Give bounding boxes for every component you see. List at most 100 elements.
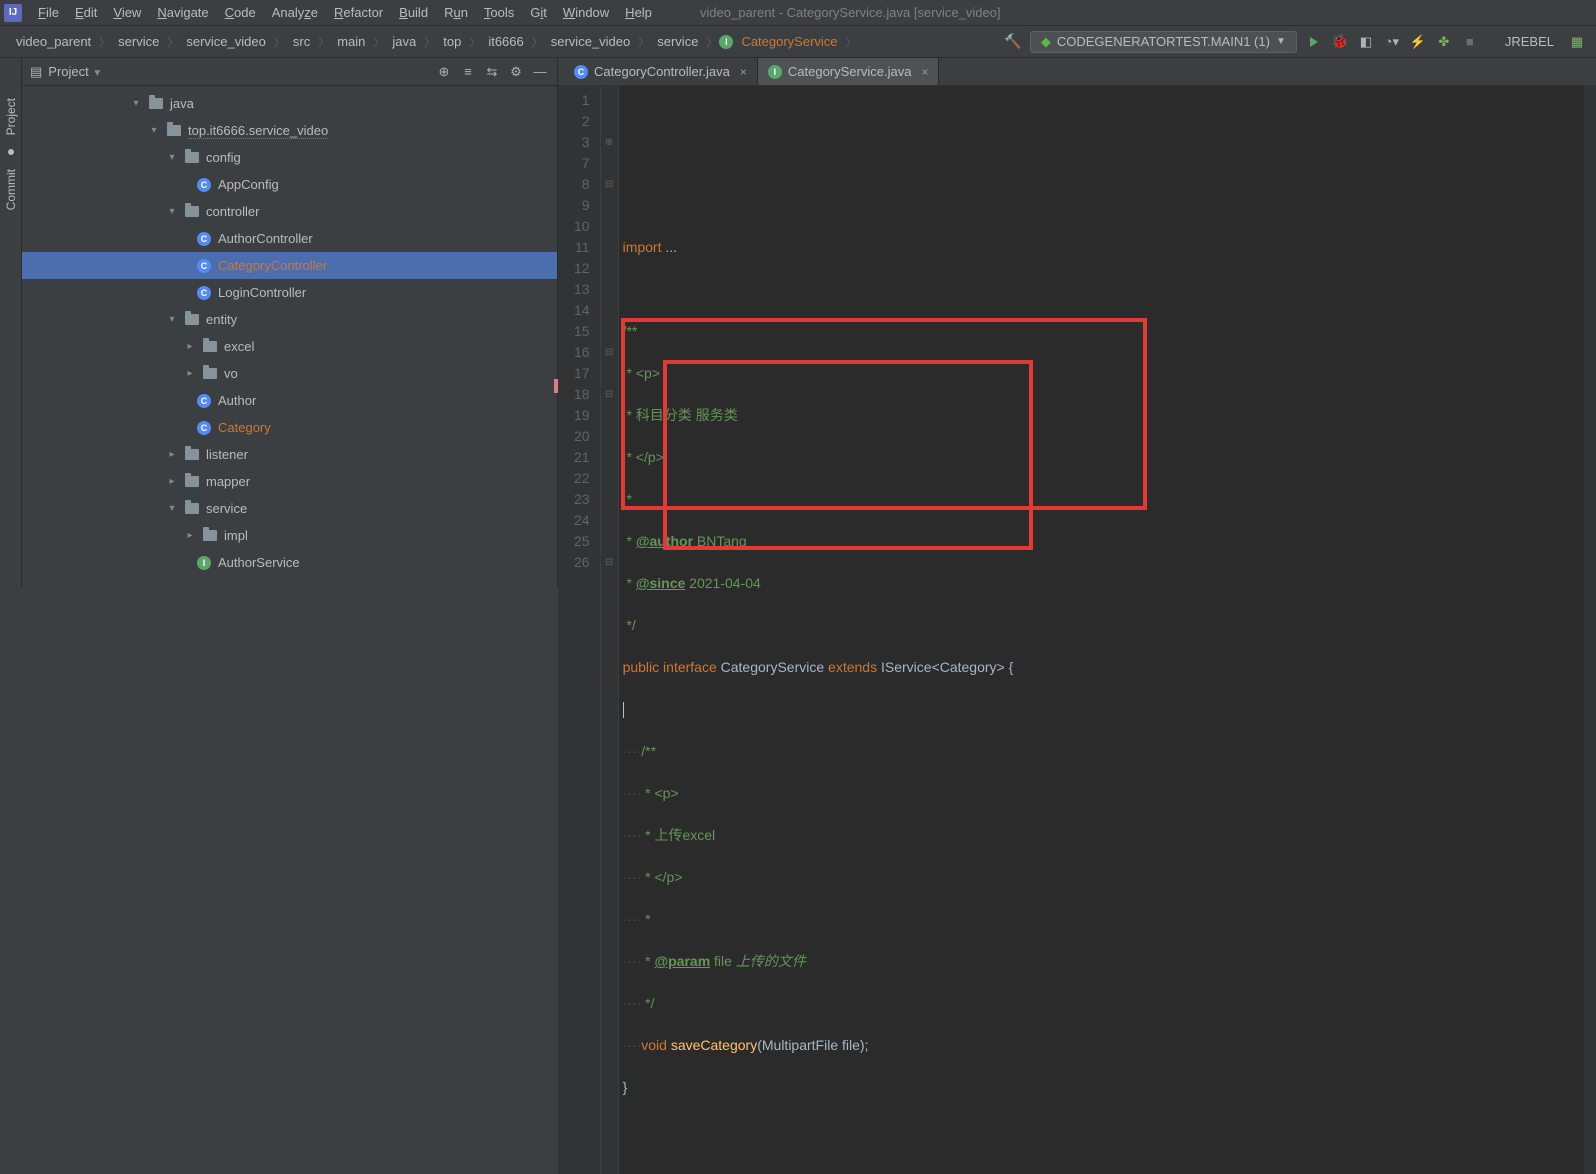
project-tree[interactable]: ▾java ▾top.it6666.service_video ▾config … [22,86,557,587]
folder-icon [185,503,199,514]
close-icon[interactable]: × [921,65,928,79]
crumb-java[interactable]: java [386,32,422,51]
tree-node-appconfig[interactable]: CAppConfig [22,171,557,198]
jrebel-tool-icon[interactable]: ▦ [1568,33,1586,51]
menu-refactor[interactable]: Refactor [326,2,391,23]
tree-node-entity[interactable]: ▾entity [22,306,557,333]
folder-icon [185,476,199,487]
tree-node-mapper[interactable]: ▸mapper [22,468,557,495]
class-icon: C [197,178,211,192]
tree-node-vo[interactable]: ▸vo [22,360,557,387]
code-editor[interactable]: 1237891011121314151617181920212223242526… [558,86,1596,1174]
run-config-selector[interactable]: ◆ CODEGENERATORTEST.MAIN1 (1) ▼ [1030,31,1297,53]
hide-panel-icon[interactable]: — [531,63,549,81]
menu-code[interactable]: Code [217,2,264,23]
commit-dot-icon [8,149,14,155]
tree-node-controller[interactable]: ▾controller [22,198,557,225]
chevron-down-icon: ▼ [1276,36,1286,47]
run-config-icon: ◆ [1041,34,1051,50]
crumb-src[interactable]: src [287,32,316,51]
debug-button[interactable]: 🐞 [1331,33,1349,51]
expand-all-icon[interactable]: ≡ [459,63,477,81]
collapse-all-icon[interactable]: ⇆ [483,63,501,81]
folder-icon [185,206,199,217]
project-icon: ▤ [30,64,42,80]
crumb-service_video2[interactable]: service_video [545,32,637,51]
tree-node-config[interactable]: ▾config [22,144,557,171]
crumb-main[interactable]: main [331,32,371,51]
sidebar-item-project[interactable]: Project [4,98,18,135]
jrebel-run-icon[interactable]: ⚡ [1409,33,1427,51]
build-icon[interactable]: 🔨 [1004,33,1021,50]
crumb-categoryservice[interactable]: CategoryService [735,32,843,51]
class-icon: C [197,421,211,435]
run-button[interactable] [1305,33,1323,51]
menu-file[interactable]: File [30,2,67,23]
crumb-service[interactable]: service [112,32,165,51]
crumb-it6666[interactable]: it6666 [482,32,529,51]
profile-button[interactable]: ◔▾ [1383,33,1401,51]
window-title: video_parent - CategoryService.java [ser… [700,5,1001,20]
gear-icon[interactable]: ⚙ [507,63,525,81]
line-gutter[interactable]: 1237891011121314151617181920212223242526 [558,86,601,1174]
project-panel-title: Project ▼ [48,64,429,79]
crumb-top[interactable]: top [437,32,467,51]
crumb-service2[interactable]: service [651,32,704,51]
menu-window[interactable]: Window [555,2,617,23]
folder-icon [185,314,199,325]
menu-bar: IJ File Edit View Navigate Code Analyze … [0,0,1596,26]
class-icon: C [197,259,211,273]
coverage-button[interactable]: ◧ [1357,33,1375,51]
project-panel: ▤ Project ▼ ⊕ ≡ ⇆ ⚙ — ▾java ▾top.it6666.… [22,58,558,587]
class-icon: C [197,286,211,300]
tree-node-java[interactable]: ▾java [22,90,557,117]
tab-label: CategoryService.java [788,64,912,79]
tree-node-impl[interactable]: ▸impl [22,522,557,549]
close-icon[interactable]: × [740,65,747,79]
editor-tabs: C CategoryController.java × I CategorySe… [558,58,1596,86]
tree-node-categorycontroller[interactable]: CCategoryController [22,252,557,279]
menu-build[interactable]: Build [391,2,436,23]
folder-icon [167,125,181,136]
sidebar-item-commit[interactable]: Commit [4,169,18,210]
tree-node-package[interactable]: ▾top.it6666.service_video [22,117,557,144]
navigation-bar: video_parent〉 service〉 service_video〉 sr… [0,26,1596,58]
project-panel-header: ▤ Project ▼ ⊕ ≡ ⇆ ⚙ — [22,58,557,86]
editor-area: C CategoryController.java × I CategorySe… [558,58,1596,587]
tree-node-excel[interactable]: ▸excel [22,333,557,360]
tree-node-authorcontroller[interactable]: CAuthorController [22,225,557,252]
folder-icon [149,98,163,109]
menu-help[interactable]: Help [617,2,660,23]
tree-node-listener[interactable]: ▸listener [22,441,557,468]
tab-categoryservice[interactable]: I CategoryService.java × [758,58,940,85]
tab-categorycontroller[interactable]: C CategoryController.java × [564,58,758,85]
menu-tools[interactable]: Tools [476,2,522,23]
fold-gutter[interactable]: ⊕ ⊟ ⊟ ⊟ ⊟ [601,86,619,1174]
select-opened-file-icon[interactable]: ⊕ [435,63,453,81]
tab-label: CategoryController.java [594,64,730,79]
tree-node-category[interactable]: CCategory [22,414,557,441]
stop-button[interactable]: ■ [1461,33,1479,51]
folder-icon [185,152,199,163]
tree-node-authorservice[interactable]: IAuthorService [22,549,557,576]
tree-node-author[interactable]: CAuthor [22,387,557,414]
editor-scrollbar[interactable] [1584,86,1596,1174]
breadcrumb: video_parent〉 service〉 service_video〉 sr… [10,32,857,51]
folder-icon [185,449,199,460]
tree-node-service[interactable]: ▾service [22,495,557,522]
menu-analyze[interactable]: Analyze [264,2,326,23]
menu-navigate[interactable]: Navigate [149,2,216,23]
jrebel-debug-icon[interactable]: ✤ [1435,33,1453,51]
menu-view[interactable]: View [105,2,149,23]
menu-edit[interactable]: Edit [67,2,105,23]
tree-node-logincontroller[interactable]: CLoginController [22,279,557,306]
crumb-service_video[interactable]: service_video [180,32,272,51]
class-icon: C [197,232,211,246]
jrebel-label[interactable]: JREBEL [1505,34,1554,49]
crumb-video_parent[interactable]: video_parent [10,32,97,51]
class-icon: C [574,65,588,79]
menu-run[interactable]: Run [436,2,476,23]
class-icon: C [197,394,211,408]
menu-git[interactable]: Git [522,2,555,23]
code-content[interactable]: import ... /** * <p> * 科目分类 服务类 * </p> *… [619,86,1596,1174]
